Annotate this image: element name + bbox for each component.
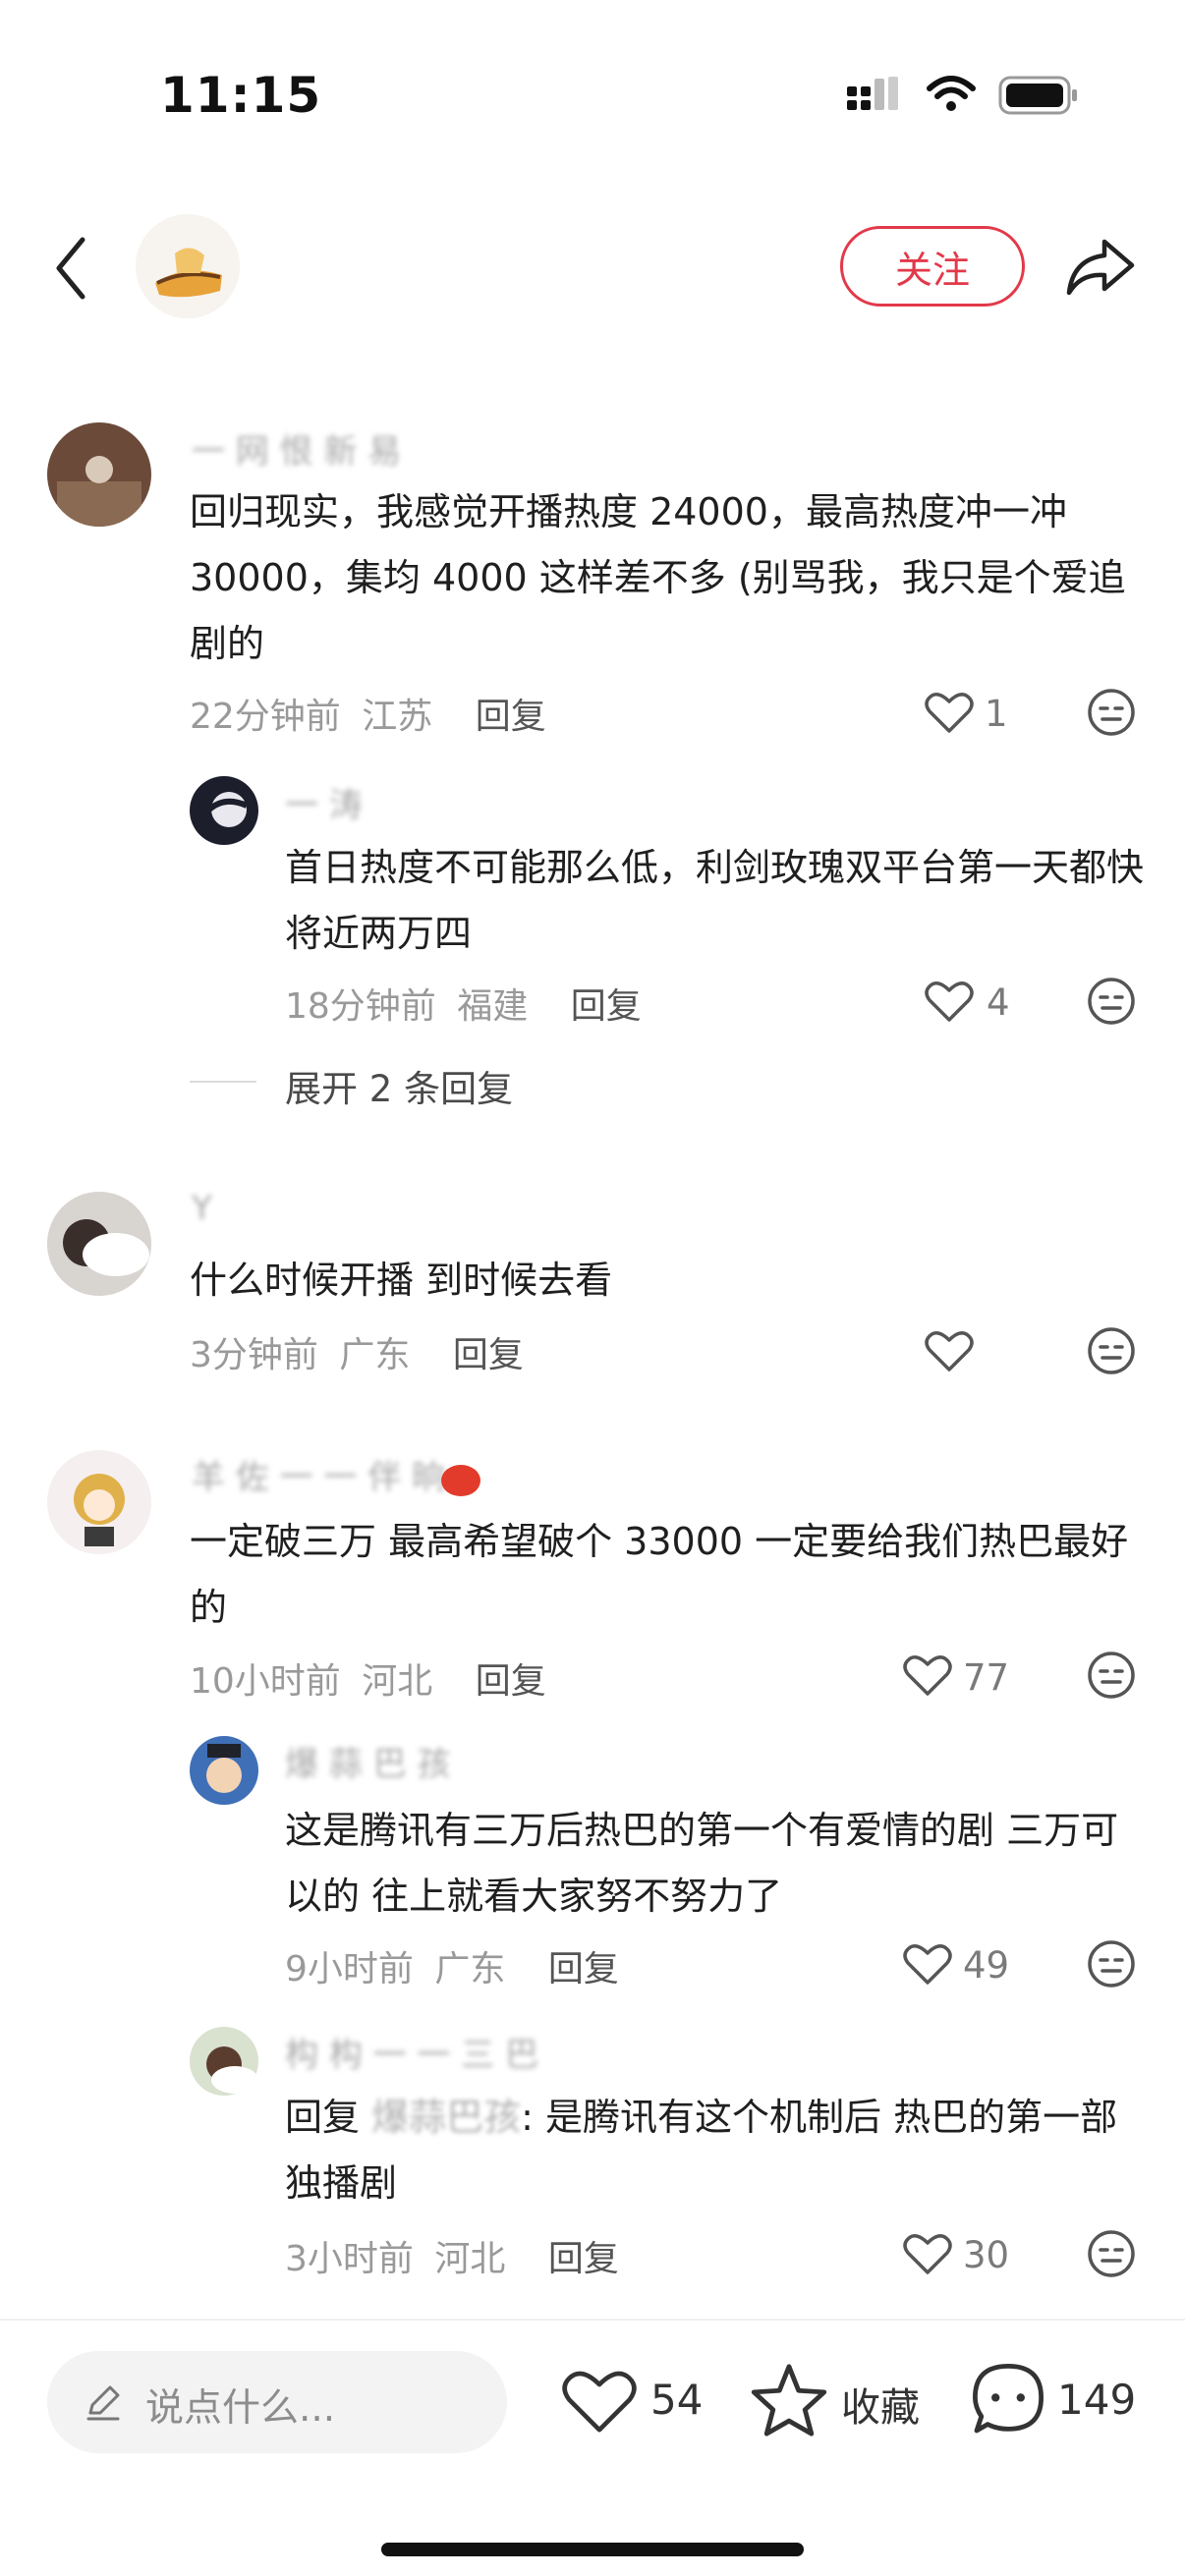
reply-text: 这是腾讯有三万后热巴的第一个有爱情的剧 三万可以的 往上就看大家努不努力了 [285,1809,1119,1918]
commenter-name[interactable]: 一 网 恨 新 易 [192,424,401,473]
reply-avatar[interactable] [190,1736,258,1805]
face-icon[interactable] [1087,1651,1136,1700]
comment-text: 什么时候开播 到时候去看 [190,1259,613,1302]
comment-time: 10小时前 [190,1661,341,1702]
reply-text: 首日热度不可能那么低，利剑玫瑰双平台第一天都快将近两万四 [285,846,1145,955]
heart-icon[interactable] [902,2231,953,2276]
pencil-icon [86,2385,120,2421]
comment-input-placeholder[interactable]: 说点什么... [145,2378,335,2433]
expand-divider [190,1081,256,1083]
reply-location: 福建 [457,986,529,1027]
comment-location: 江苏 [362,697,433,737]
like-count: 4 [987,981,1010,1024]
face-icon[interactable] [1087,1939,1136,1988]
reply-time: 18分钟前 [285,986,436,1027]
heart-icon[interactable] [902,1652,953,1698]
back-icon[interactable] [51,234,90,303]
comment-location: 河北 [362,1661,433,1702]
reply-time: 3小时前 [285,2239,414,2279]
comment-text: 回归现实，我感觉开播热度 24000，最高热度冲一冲 30000，集均 4000… [190,490,1126,665]
comment-meta: 10小时前 河北 回复 [190,1652,546,1704]
share-icon[interactable] [1065,236,1136,297]
commenter-avatar[interactable] [47,1192,151,1296]
home-indicator [381,2543,804,2556]
expand-replies-button[interactable]: 展开 2 条回复 [285,1059,513,1112]
reply-prefix: 回复 [285,2096,361,2139]
heart-icon[interactable] [902,1941,953,1987]
reply-name[interactable]: 一 涛 [285,778,363,826]
reply-avatar[interactable] [190,776,258,845]
reply-button[interactable]: 回复 [453,1335,524,1375]
reply-name[interactable]: 构 构 一 一 三 巴 [285,2028,538,2076]
commenter-avatar[interactable] [47,422,151,527]
reply-meta: 18分钟前 福建 回复 [285,978,642,1029]
reply-text: 回复 爆蒜巴孩: 是腾讯有这个机制后 热巴的第一部独播剧 [285,2085,1150,2216]
wifi-icon [927,76,976,111]
reply-meta: 3小时前 河北 回复 [285,2230,619,2281]
heart-icon[interactable] [560,2366,639,2436]
battery-icon [998,76,1077,115]
face-icon[interactable] [1087,977,1136,1026]
heart-icon[interactable] [924,979,975,1024]
heart-icon[interactable] [924,1328,975,1373]
reply-meta: 9小时前 广东 回复 [285,1940,619,1991]
commenter-avatar[interactable] [47,1450,151,1554]
heart-icon[interactable] [924,690,975,735]
like-count: 77 [963,1656,1010,1699]
reply-button[interactable]: 回复 [476,1661,546,1702]
reply-button[interactable]: 回复 [548,2239,619,2279]
signal-icon [847,77,898,110]
comment-meta: 22分钟前 江苏 回复 [190,688,546,739]
commenter-name[interactable]: Y [192,1189,212,1228]
like-count: 30 [963,2234,1010,2276]
author-avatar[interactable] [136,214,240,318]
reply-time: 9小时前 [285,1949,414,1989]
reply-button[interactable]: 回复 [571,986,642,1027]
reply-button[interactable]: 回复 [548,1949,619,1989]
reply-name[interactable]: 爆 蒜 巴 孩 [285,1737,450,1785]
comment-icon[interactable] [969,2360,1047,2438]
comment-count: 149 [1057,2376,1137,2424]
like-count: 49 [963,1944,1010,1987]
comment-time: 3分钟前 [190,1335,318,1375]
reply-avatar[interactable] [190,2027,258,2096]
reply-mention[interactable]: 爆蒜巴孩 [371,2096,521,2139]
comment-time: 22分钟前 [190,697,341,737]
post-like-count: 54 [650,2376,704,2424]
face-icon[interactable] [1087,688,1136,737]
comment-meta: 3分钟前 广东 回复 [190,1326,524,1377]
comment-location: 广东 [339,1335,411,1375]
reply-location: 广东 [434,1949,506,1989]
star-icon[interactable] [749,2362,829,2438]
face-icon[interactable] [1087,1326,1136,1375]
tomato-icon [441,1465,480,1496]
status-time: 11:15 [160,67,322,124]
follow-button[interactable]: 关注 [840,226,1025,307]
reply-button[interactable]: 回复 [476,697,546,737]
face-icon[interactable] [1087,2229,1136,2278]
commenter-name[interactable]: 羊 佐 一 一 伴 晌 [192,1450,445,1498]
bottom-divider [0,2319,1185,2321]
comment-text: 一定破三万 最高希望破个 33000 一定要给我们热巴最好的 [190,1520,1129,1629]
like-count: 1 [985,693,1008,735]
favorite-label[interactable]: 收藏 [841,2376,920,2433]
reply-location: 河北 [434,2239,506,2279]
